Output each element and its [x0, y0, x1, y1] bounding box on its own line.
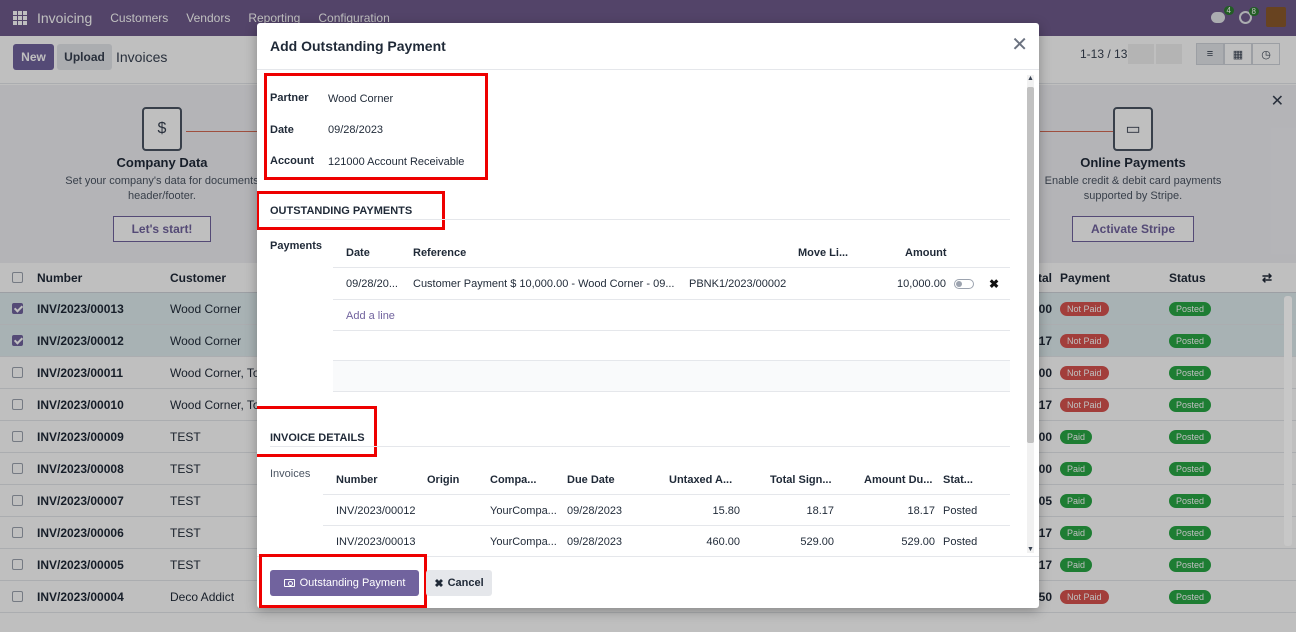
- invoice-untaxed: 460.00: [706, 536, 740, 548]
- row-divider: [333, 330, 1010, 331]
- invoice-company: YourCompa...: [490, 536, 557, 548]
- page-scrollbar[interactable]: [1284, 296, 1292, 546]
- invoice-status: Posted: [943, 505, 978, 517]
- col-move-line[interactable]: Move Li...: [798, 247, 848, 259]
- col-company[interactable]: Compa...: [490, 474, 536, 486]
- cancel-button[interactable]: ✖ Cancel: [426, 570, 492, 596]
- row-divider: [323, 494, 1010, 495]
- money-icon: [283, 579, 295, 587]
- invoice-status: Posted: [943, 536, 978, 548]
- payment-date[interactable]: 09/28/20...: [346, 278, 398, 290]
- payments-label: Payments: [270, 240, 322, 252]
- invoice-total: 18.17: [806, 505, 834, 517]
- col-number[interactable]: Number: [336, 474, 378, 486]
- row-divider: [333, 267, 1010, 268]
- invoice-untaxed: 15.80: [712, 505, 740, 517]
- section-divider: [270, 446, 1010, 447]
- outstanding-payment-button[interactable]: Outstanding Payment: [270, 570, 419, 596]
- invoice-due-date: 09/28/2023: [567, 536, 623, 548]
- partner-value[interactable]: Wood Corner: [328, 93, 393, 105]
- invoice-number[interactable]: INV/2023/00012: [336, 505, 416, 517]
- col-date[interactable]: Date: [346, 247, 370, 259]
- payment-amount[interactable]: 10,000.00: [897, 278, 946, 290]
- account-value[interactable]: 121000 Account Receivable: [328, 156, 464, 168]
- invoice-details-section-title: INVOICE DETAILS: [270, 432, 365, 444]
- payment-reference[interactable]: Customer Payment $ 10,000.00 - Wood Corn…: [413, 278, 674, 290]
- dialog-title: Add Outstanding Payment: [257, 23, 1039, 70]
- add-line-link[interactable]: Add a line: [346, 310, 395, 322]
- outstanding-payment-dialog: Add Outstanding Payment ✕ ▲ ▼ Partner Woo…: [257, 23, 1039, 608]
- date-label: Date: [270, 124, 294, 136]
- cancel-label: Cancel: [447, 577, 484, 589]
- invoice-due-date: 09/28/2023: [567, 505, 623, 517]
- dialog-body: Partner Wood Corner Date 09/28/2023 Acco…: [257, 70, 1039, 556]
- close-icon[interactable]: ✕: [1011, 35, 1028, 55]
- invoice-company: YourCompa...: [490, 505, 557, 517]
- col-amount[interactable]: Amount: [905, 247, 947, 259]
- partner-label: Partner: [270, 92, 309, 104]
- col-total-signed[interactable]: Total Sign...: [770, 474, 832, 486]
- row-divider: [323, 525, 1010, 526]
- section-divider: [270, 219, 1010, 220]
- col-amount-due[interactable]: Amount Du...: [864, 474, 932, 486]
- row-divider: [333, 391, 1010, 392]
- col-untaxed[interactable]: Untaxed A...: [669, 474, 732, 486]
- col-reference[interactable]: Reference: [413, 247, 466, 259]
- invoice-amount-due: 529.00: [901, 536, 935, 548]
- date-value[interactable]: 09/28/2023: [328, 124, 383, 136]
- empty-row: [333, 361, 1010, 391]
- dialog-footer: Outstanding Payment ✖ Cancel: [257, 554, 1039, 608]
- invoice-total: 529.00: [800, 536, 834, 548]
- col-origin[interactable]: Origin: [427, 474, 459, 486]
- invoice-number[interactable]: INV/2023/00013: [336, 536, 416, 548]
- delete-icon[interactable]: ✖: [989, 277, 999, 291]
- account-label: Account: [270, 155, 314, 167]
- outstanding-payment-label: Outstanding Payment: [299, 577, 406, 589]
- payment-toggle[interactable]: [954, 279, 974, 289]
- col-due-date[interactable]: Due Date: [567, 474, 615, 486]
- outstanding-section-title: OUTSTANDING PAYMENTS: [270, 205, 413, 217]
- invoice-amount-due: 18.17: [907, 505, 935, 517]
- row-divider: [333, 299, 1010, 300]
- col-status[interactable]: Stat...: [943, 474, 973, 486]
- invoices-label: Invoices: [270, 468, 311, 480]
- payment-move-line[interactable]: PBNK1/2023/00002: [689, 278, 786, 290]
- close-icon: ✖: [434, 577, 444, 590]
